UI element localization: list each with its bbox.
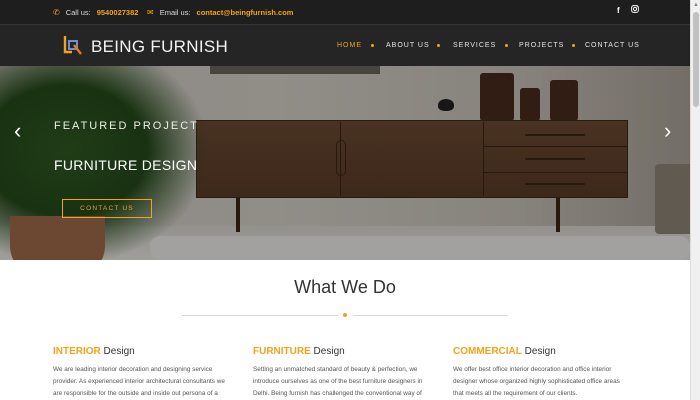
hero-slider: ‹ › FEATURED PROJECT FURNITURE DESIGN CO… (0, 66, 690, 260)
site-header: BEING FURNISH HOME ABOUT US SERVICES PRO… (0, 24, 690, 66)
scroll-up-icon[interactable]: ▲ (693, 2, 699, 8)
page: ✆ Call us: 9540027382 ✉ Email us: contac… (0, 0, 700, 400)
nav-about-us[interactable]: ABOUT US (386, 42, 430, 49)
service-text-furniture: Setting an unmatched standard of beauty … (253, 364, 438, 400)
section-title: What We Do (294, 277, 396, 297)
hero-eyebrow: FEATURED PROJECT (54, 120, 199, 132)
vertical-scrollbar[interactable]: ▲ (690, 0, 700, 400)
service-text-commercial: We offer best office interior decoration… (453, 364, 638, 400)
service-text-line: that meets all the requirement of our cl… (453, 390, 578, 397)
service-title-interior: INTERIOR Design (53, 346, 135, 357)
nav-separator (505, 44, 508, 47)
top-bar: ✆ Call us: 9540027382 ✉ Email us: contac… (0, 0, 690, 24)
chevron-left-icon[interactable]: ‹ (14, 118, 21, 144)
phone-number[interactable]: 9540027382 (97, 8, 139, 17)
facebook-icon[interactable]: f (617, 6, 620, 15)
service-highlight: INTERIOR (53, 346, 101, 357)
nav-separator (572, 44, 575, 47)
service-text-line: are responsible for the outside and insi… (53, 390, 218, 397)
divider-line (182, 315, 338, 316)
phone-contact[interactable]: ✆ Call us: 9540027382 (53, 8, 138, 17)
service-title-rest: Design (310, 346, 345, 357)
service-title-rest: Design (521, 346, 556, 357)
contact-us-button[interactable]: CONTACT US (62, 199, 152, 218)
service-text-line: designer whose organized highly sophisti… (453, 378, 620, 385)
nav-separator (371, 44, 374, 47)
service-text-interior: We are leading interior decoration and d… (53, 364, 238, 400)
instagram-icon[interactable] (631, 5, 639, 15)
service-text-line: Delhi. Being furnish has challenged the … (253, 390, 422, 397)
service-title-furniture: FURNITURE Design (253, 346, 345, 357)
service-highlight: COMMERCIAL (453, 346, 522, 357)
service-title-commercial: COMMERCIAL Design (453, 346, 556, 357)
chevron-right-icon[interactable]: › (664, 118, 671, 144)
service-text-line: We are leading interior decoration and d… (53, 366, 213, 373)
divider-dot (343, 313, 347, 317)
service-title-rest: Design (100, 346, 135, 357)
nav-separator (437, 44, 440, 47)
brand-name[interactable]: BEING FURNISH (91, 37, 228, 57)
service-text-line: Setting an unmatched standard of beauty … (253, 366, 418, 373)
phone-icon: ✆ (53, 8, 60, 17)
scrollbar-thumb[interactable] (693, 12, 699, 107)
service-highlight: FURNITURE (253, 346, 311, 357)
divider-line (353, 315, 508, 316)
envelope-icon: ✉ (147, 8, 154, 17)
nav-home[interactable]: HOME (337, 42, 362, 49)
email-address[interactable]: contact@beingfurnish.com (197, 8, 294, 17)
service-text-line: provider. As experienced interior archit… (53, 378, 225, 385)
nav-contact-us[interactable]: CONTACT US (585, 42, 640, 49)
service-text-line: introduce ourselves as one of the best f… (253, 378, 423, 385)
email-label: Email us: (159, 8, 191, 17)
phone-label: Call us: (65, 8, 91, 17)
nav-projects[interactable]: PROJECTS (519, 42, 564, 49)
logo-icon[interactable] (63, 34, 83, 56)
nav-services[interactable]: SERVICES (453, 42, 496, 49)
service-text-line: We offer best office interior decoration… (453, 366, 612, 373)
hero-title: FURNITURE DESIGN (54, 157, 198, 173)
email-contact[interactable]: ✉ Email us: contact@beingfurnish.com (147, 8, 293, 17)
